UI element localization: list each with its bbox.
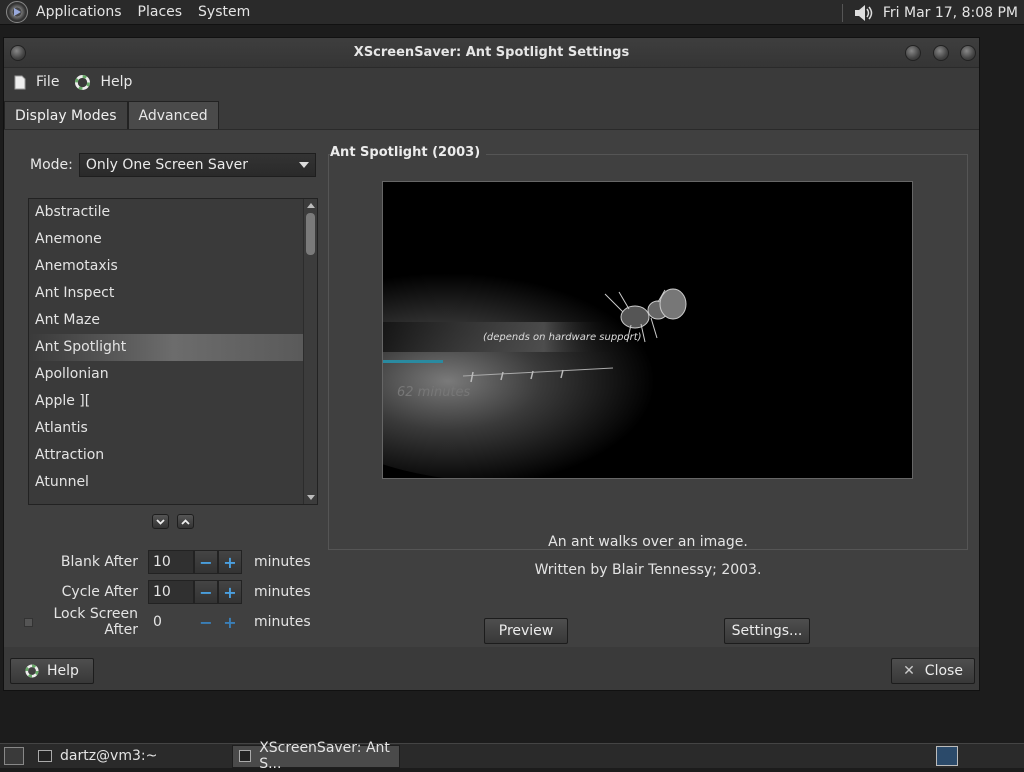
window-title: XScreenSaver: Ant Spotlight Settings [353, 45, 630, 60]
top-panel: Applications Places System Fri Mar 17, 8… [0, 0, 1024, 25]
lock-screen-label: Lock Screen After [53, 606, 138, 638]
lock-screen-unit: minutes [254, 614, 311, 630]
close-button[interactable]: ✕ Close [891, 658, 975, 684]
task-terminal-label: dartz@vm3:~ [60, 748, 158, 764]
preview-button[interactable]: Preview [484, 618, 568, 644]
lock-screen-checkbox[interactable] [24, 617, 33, 627]
preview-text-hardware: (depends on hardware support) [483, 332, 642, 343]
display-modes-panel: Mode: Only One Screen Saver Abstractile … [4, 129, 979, 647]
list-nav-buttons [152, 514, 202, 529]
tab-advanced[interactable]: Advanced [127, 101, 219, 129]
menu-file-label: File [36, 74, 60, 90]
blank-after-label: Blank After [60, 554, 138, 570]
lifebuoy-icon [75, 74, 91, 90]
help-button[interactable]: Help [10, 658, 94, 684]
ant-spotlight-preview: (depends on hardware support) 62 minutes [383, 182, 912, 478]
terminal-icon [38, 750, 52, 762]
task-xscreensaver-label: XScreenSaver: Ant S... [259, 740, 390, 772]
scroll-down-icon[interactable] [307, 495, 315, 500]
lock-screen-decrement-button[interactable]: − [194, 610, 218, 634]
window-titlebar[interactable]: XScreenSaver: Ant Spotlight Settings [4, 38, 979, 68]
list-scrollbar[interactable] [303, 199, 317, 504]
lock-screen-label-wrap: Lock Screen After [24, 606, 148, 638]
scroll-up-icon[interactable] [307, 203, 315, 208]
list-item[interactable]: Ant Inspect [29, 280, 317, 307]
chevron-down-icon [156, 518, 165, 525]
preview-frame-title: Ant Spotlight (2003) [330, 145, 487, 160]
workspace-switcher-icon[interactable] [936, 746, 958, 766]
tab-bar: Display Modes Advanced [4, 101, 219, 129]
menu-help[interactable]: Help [75, 74, 132, 90]
show-desktop-icon[interactable] [4, 747, 24, 765]
menu-system[interactable]: System [190, 4, 258, 20]
mode-dropdown[interactable]: Only One Screen Saver [78, 153, 316, 177]
list-item[interactable]: Anemone [29, 226, 317, 253]
mode-row: Mode: Only One Screen Saver [30, 153, 316, 177]
menu-help-label: Help [100, 74, 133, 90]
cycle-after-decrement-button[interactable]: − [194, 580, 218, 604]
blank-after-row: Blank After 10 − + minutes [24, 550, 311, 574]
screensaver-list[interactable]: Abstractile Anemone Anemotaxis Ant Inspe… [28, 198, 318, 505]
blank-after-unit: minutes [254, 554, 311, 570]
system-tray: Fri Mar 17, 8:08 PM [841, 0, 1024, 25]
list-item-selected[interactable]: Ant Spotlight [29, 334, 317, 361]
help-button-label: Help [47, 663, 79, 679]
file-icon [14, 75, 26, 90]
mode-value: Only One Screen Saver [85, 157, 249, 173]
menu-places[interactable]: Places [130, 4, 191, 20]
blank-after-input[interactable]: 10 [148, 550, 194, 574]
menubar: File Help [4, 68, 979, 96]
cycle-after-label: Cycle After [61, 584, 138, 600]
list-item[interactable]: Attraction [29, 442, 317, 469]
settings-window: XScreenSaver: Ant Spotlight Settings Fil… [3, 37, 980, 691]
applications-logo-icon[interactable] [6, 1, 28, 23]
close-button-label: Close [924, 663, 963, 679]
clock[interactable]: Fri Mar 17, 8:08 PM [883, 5, 1024, 21]
tray-separator [841, 3, 843, 22]
list-item[interactable]: Anemotaxis [29, 253, 317, 280]
minimize-button[interactable] [905, 45, 921, 61]
menu-file[interactable]: File [14, 74, 59, 90]
volume-icon[interactable] [853, 3, 875, 23]
list-item[interactable]: Ant Maze [29, 307, 317, 334]
mode-label: Mode: [30, 157, 73, 173]
list-item[interactable]: Atunnel [29, 469, 317, 496]
task-xscreensaver[interactable]: XScreenSaver: Ant S... [232, 740, 400, 772]
window-icon [239, 750, 252, 762]
cycle-after-row: Cycle After 10 − + minutes [24, 580, 311, 604]
list-item[interactable]: Abstractile [29, 199, 317, 226]
task-terminal[interactable]: dartz@vm3:~ [32, 745, 192, 768]
taskbar: dartz@vm3:~ XScreenSaver: Ant S... [0, 740, 1024, 772]
cycle-after-unit: minutes [254, 584, 311, 600]
cycle-after-input[interactable]: 10 [148, 580, 194, 604]
panel-menu: Applications Places System [28, 0, 258, 24]
saver-description: An ant walks over an image. [548, 534, 748, 550]
previous-saver-button[interactable] [177, 514, 194, 529]
dialog-button-bar: Help ✕ Close [4, 648, 979, 690]
maximize-button[interactable] [933, 45, 949, 61]
scrollbar-thumb[interactable] [306, 213, 315, 255]
blank-after-increment-button[interactable]: + [218, 550, 242, 574]
window-close-button[interactable] [960, 45, 976, 61]
dropdown-arrow-icon [298, 162, 309, 168]
preview-image[interactable]: (depends on hardware support) 62 minutes [382, 181, 913, 479]
list-item[interactable]: Atlantis [29, 415, 317, 442]
preview-text-minutes: 62 minutes [397, 385, 471, 400]
list-item[interactable]: Apple ][ [29, 388, 317, 415]
chevron-up-icon [181, 518, 190, 525]
lifebuoy-icon [25, 664, 39, 678]
tab-display-modes[interactable]: Display Modes [4, 101, 128, 129]
lock-screen-increment-button[interactable]: + [218, 610, 242, 634]
settings-button[interactable]: Settings... [724, 618, 810, 644]
window-menu-icon[interactable] [10, 45, 26, 61]
close-icon: ✕ [903, 663, 915, 679]
saver-credit: Written by Blair Tennessy; 2003. [534, 562, 762, 578]
next-saver-button[interactable] [152, 514, 169, 529]
cycle-after-increment-button[interactable]: + [218, 580, 242, 604]
menu-applications[interactable]: Applications [28, 4, 130, 20]
list-item[interactable]: Apollonian [29, 361, 317, 388]
blank-after-decrement-button[interactable]: − [194, 550, 218, 574]
lock-screen-input[interactable]: 0 [148, 610, 194, 634]
lock-screen-row: Lock Screen After 0 − + minutes [24, 606, 311, 638]
